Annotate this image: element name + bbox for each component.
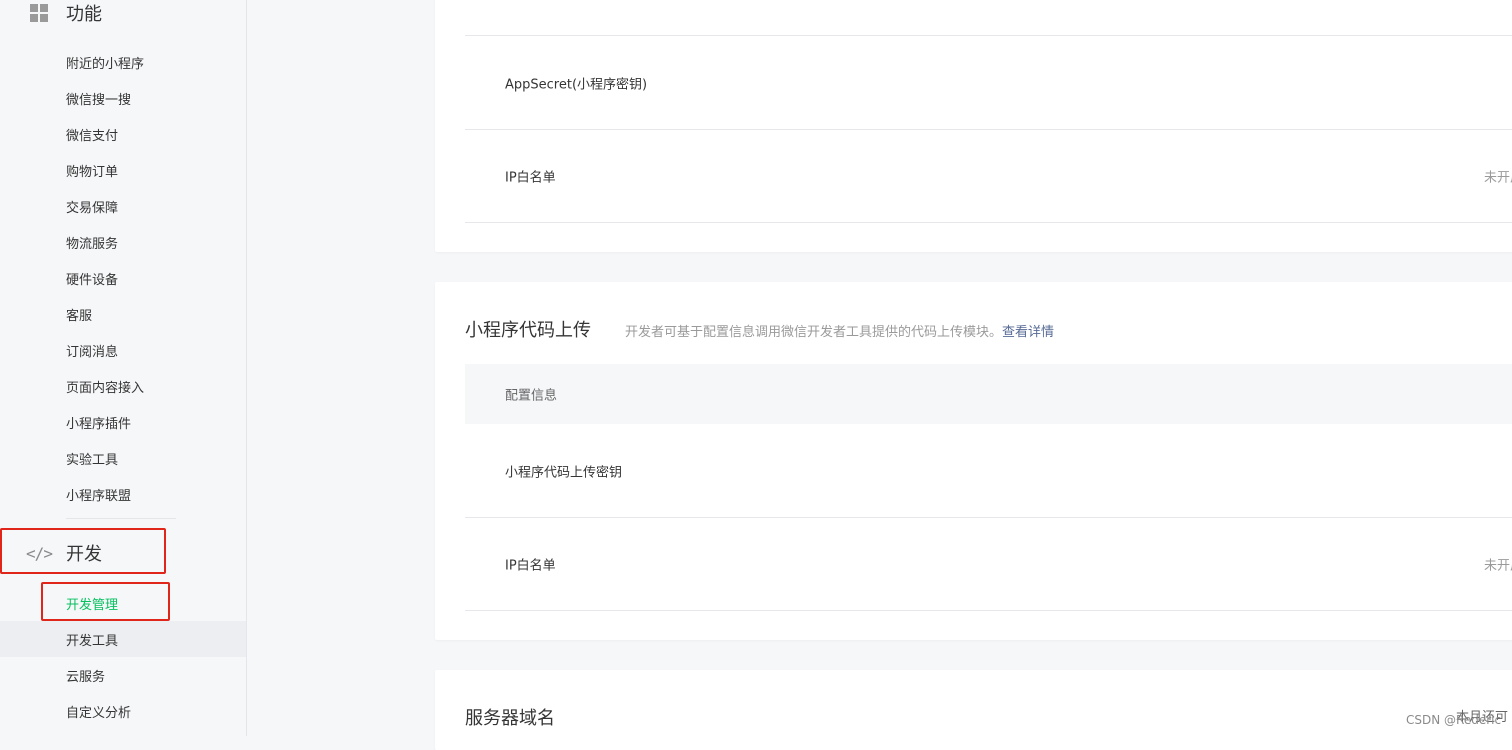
- sidebar-item-label: 开发工具: [66, 633, 119, 649]
- sidebar-divider: [66, 518, 176, 519]
- sidebar-item-label: 购物订单: [66, 164, 119, 180]
- sidebar-item-label: 交易保障: [66, 200, 119, 216]
- sidebar-item-subscription-messages[interactable]: 订阅消息: [0, 332, 246, 368]
- sidebar-item-label: 开发管理: [66, 597, 119, 613]
- sidebar-item-shopping-orders[interactable]: 购物订单: [0, 152, 246, 188]
- sidebar-item-label: 云服务: [66, 669, 106, 685]
- sidebar-item-dev-management[interactable]: 开发管理: [0, 585, 246, 621]
- table-row-appsecret: AppSecret(小程序密钥): [465, 36, 1512, 130]
- sidebar-item-logistics[interactable]: 物流服务: [0, 224, 246, 260]
- sidebar-item-label: 订阅消息: [66, 344, 119, 360]
- row-value: 未开启: [1483, 170, 1512, 185]
- sidebar-item-hardware[interactable]: 硬件设备: [0, 260, 246, 296]
- sidebar-item-lab-tools[interactable]: 实验工具: [0, 440, 246, 476]
- table-header: 配置信息: [465, 364, 1512, 424]
- sidebar-item-label: 小程序插件: [66, 416, 132, 432]
- sidebar-item-label: 物流服务: [66, 236, 119, 252]
- sidebar-item-label: 微信支付: [66, 128, 119, 144]
- card-title: 小程序代码上传: [465, 320, 591, 341]
- row-key: IP白名单: [505, 558, 556, 573]
- sidebar-item-label: 硬件设备: [66, 272, 119, 288]
- sidebar-item-label: 页面内容接入: [66, 380, 145, 396]
- sidebar-item-label: 小程序联盟: [66, 488, 132, 504]
- row-value: 未开启: [1483, 558, 1512, 573]
- table-header-label: 配置信息: [505, 388, 558, 404]
- sidebar: 功能 附近的小程序 微信搜一搜 微信支付 购物订单 交易保障 物流服务 硬件设备…: [0, 0, 247, 736]
- sidebar-item-label: 自定义分析: [66, 705, 132, 721]
- row-key: 小程序代码上传密钥: [505, 465, 623, 480]
- sidebar-item-wechat-pay[interactable]: 微信支付: [0, 116, 246, 152]
- description-text: 开发者可基于配置信息调用微信开发者工具提供的代码上传模块。: [625, 325, 1003, 340]
- code-icon: </>: [26, 543, 53, 563]
- sidebar-item-nearby-miniprogram[interactable]: 附近的小程序: [0, 44, 246, 80]
- row-key: IP白名单: [505, 170, 556, 185]
- sidebar-item-alliance[interactable]: 小程序联盟: [0, 476, 246, 512]
- sidebar-item-page-content[interactable]: 页面内容接入: [0, 368, 246, 404]
- sidebar-item-label: 微信搜一搜: [66, 92, 132, 108]
- card-code-upload: 小程序代码上传 开发者可基于配置信息调用微信开发者工具提供的代码上传模块。查看详…: [435, 282, 1512, 640]
- section-label-development: 开发: [66, 544, 102, 565]
- grid-icon: [28, 2, 50, 24]
- card-server-domain: 服务器域名: [435, 670, 1512, 750]
- table-row-ip-whitelist: IP白名单 未开启: [465, 517, 1512, 611]
- table-row-upload-key: 小程序代码上传密钥: [465, 424, 1512, 518]
- sidebar-item-custom-analytics[interactable]: 自定义分析: [0, 693, 246, 729]
- sidebar-item-label: 实验工具: [66, 452, 119, 468]
- card-title: 服务器域名: [465, 708, 555, 729]
- section-label-features: 功能: [66, 4, 102, 25]
- view-details-link[interactable]: 查看详情: [1002, 325, 1054, 340]
- card-app-credentials: AppSecret(小程序密钥) IP白名单 未开启: [435, 0, 1512, 252]
- sidebar-item-trade-protection[interactable]: 交易保障: [0, 188, 246, 224]
- watermark: CSDN @Rederic: [1406, 713, 1502, 727]
- sidebar-item-dev-tools[interactable]: 开发工具: [0, 621, 246, 657]
- table-row-ip-whitelist: IP白名单 未开启: [465, 129, 1512, 223]
- sidebar-item-label: 附近的小程序: [66, 56, 145, 72]
- sidebar-item-customer-service[interactable]: 客服: [0, 296, 246, 332]
- sidebar-item-cloud-service[interactable]: 云服务: [0, 657, 246, 693]
- row-key: AppSecret(小程序密钥): [505, 77, 648, 92]
- sidebar-item-plugins[interactable]: 小程序插件: [0, 404, 246, 440]
- sidebar-item-wechat-search[interactable]: 微信搜一搜: [0, 80, 246, 116]
- card-description: 开发者可基于配置信息调用微信开发者工具提供的代码上传模块。查看详情: [625, 321, 1054, 340]
- sidebar-item-label: 客服: [66, 308, 93, 324]
